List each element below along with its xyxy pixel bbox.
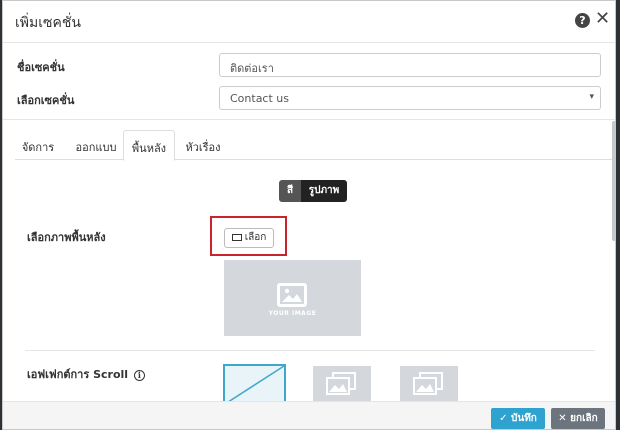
image-icon [231,234,242,241]
dialog-header: เพิ่มเซคชั่น ? ✕ [3,1,615,43]
choose-button-label: เลือก [244,232,267,243]
select-section-dropdown[interactable]: Contact us ▾ [219,86,601,110]
tab-bar: จัดการ ออกแบบ พื้นหลัง หัวเรื่อง [15,130,613,161]
scroll-effect-parallax[interactable] [313,366,371,406]
divider [25,350,595,351]
cancel-button[interactable]: ✕ ยกเลิก [551,408,605,429]
section-name-input[interactable]: ติดต่อเรา [219,53,601,77]
save-label: บันทึก [511,413,537,424]
select-section-value: Contact us [230,92,289,105]
select-section-row: เลือกเซคชั่น Contact us ▾ [3,86,615,112]
save-button[interactable]: ✓ บันทึก [491,408,545,429]
scroll-effect-label: เอฟเฟกต์การ Scroll i [27,365,145,383]
dialog-title: เพิ่มเซคชั่น [15,15,81,31]
toggle-color[interactable]: สี [279,180,301,202]
dialog-footer: ✓ บันทึก ✕ ยกเลิก [3,401,615,429]
image-stack-icon [326,372,356,395]
background-type-toggle: สี รูปภาพ [279,180,347,202]
background-image-label: เลือกภาพพื้นหลัง [27,231,106,244]
slash-icon [225,366,284,404]
add-section-dialog: เพิ่มเซคชั่น ? ✕ ชื่อเซคชั่น ติดต่อเรา เ… [2,0,616,430]
close-icon[interactable]: ✕ [595,10,610,28]
tab-design[interactable]: ออกแบบ [69,130,123,159]
image-placeholder: YOUR IMAGE [224,260,361,336]
choose-image-button[interactable]: เลือก [224,228,274,248]
chevron-down-icon: ▾ [589,92,594,102]
toggle-image[interactable]: รูปภาพ [301,180,347,202]
scroll-effect-fixed[interactable] [400,366,458,406]
help-circle-icon[interactable]: ? [575,13,590,28]
tab-manage[interactable]: จัดการ [15,130,61,159]
info-icon[interactable]: i [133,370,145,381]
section-name-row: ชื่อเซคชั่น ติดต่อเรา [3,53,615,79]
image-placeholder-icon [277,283,307,307]
scrollbar[interactable] [612,121,615,241]
placeholder-text: YOUR IMAGE [268,310,317,317]
cancel-label: ยกเลิก [570,413,598,424]
section-name-label: ชื่อเซคชั่น [17,61,65,74]
scroll-effect-text: เอฟเฟกต์การ Scroll [27,368,129,381]
scroll-effect-none[interactable] [223,364,286,406]
tab-background[interactable]: พื้นหลัง [123,130,175,161]
image-stack-icon [413,372,443,395]
divider [3,119,615,120]
select-section-label: เลือกเซคชั่น [17,94,75,107]
tab-heading[interactable]: หัวเรื่อง [179,130,227,159]
